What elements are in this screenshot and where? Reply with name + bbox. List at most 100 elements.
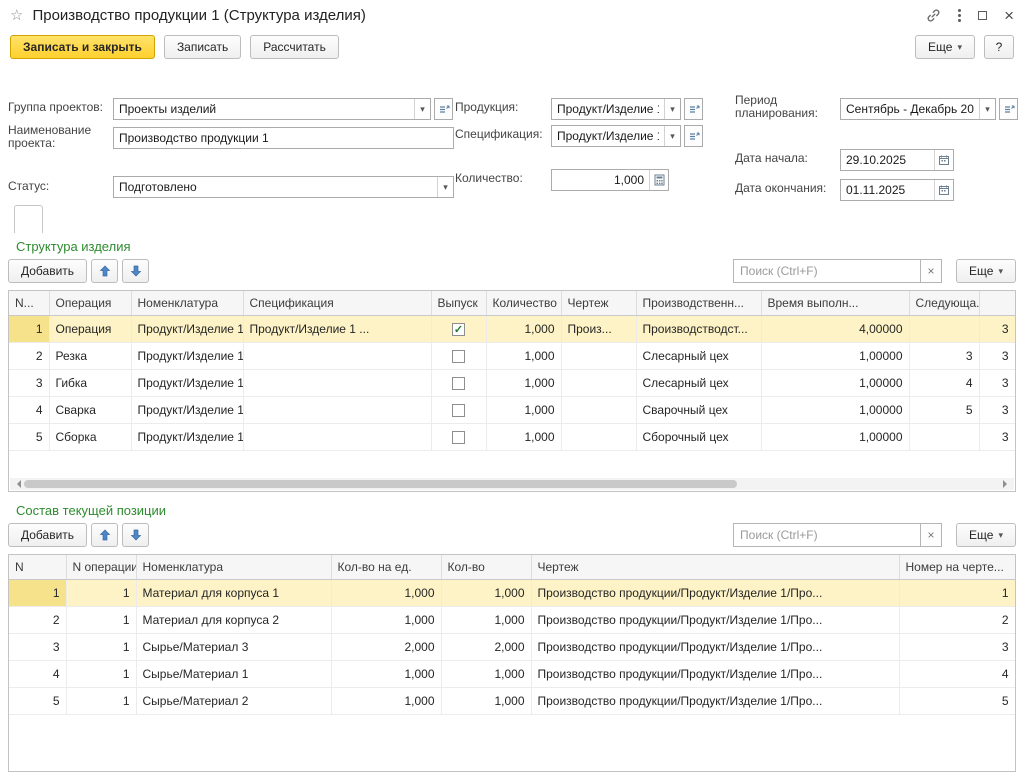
planning-period-choose-button[interactable] <box>999 98 1018 120</box>
cell-drawing[interactable]: Производство продукции/Продукт/Изделие 1… <box>531 579 899 606</box>
composition-table-row[interactable]: 1 1 Материал для корпуса 1 1,000 1,000 П… <box>9 579 1015 606</box>
output-checkbox[interactable] <box>452 404 465 417</box>
cell-n[interactable]: 4 <box>9 660 66 687</box>
product-input[interactable] <box>552 99 664 119</box>
toolbar-more-button[interactable]: Еще▾ <box>915 35 975 59</box>
specification-input[interactable] <box>552 126 664 146</box>
composition-table-row[interactable]: 2 1 Материал для корпуса 2 1,000 1,000 П… <box>9 606 1015 633</box>
scroll-right-icon[interactable] <box>1003 480 1011 488</box>
specification-choose-button[interactable] <box>684 125 703 147</box>
cell-exec-time[interactable]: 1,00000 <box>761 423 909 450</box>
cell-exec-time[interactable]: 1,00000 <box>761 396 909 423</box>
cell-n[interactable]: 5 <box>9 687 66 714</box>
cell-extra[interactable]: 3 <box>979 315 1015 342</box>
cell-nomenclature[interactable]: Продукт/Изделие 1 <box>131 396 243 423</box>
cell-drawing[interactable]: Производство продукции/Продукт/Изделие 1… <box>531 687 899 714</box>
column-header[interactable]: Кол-во на ед. <box>331 555 441 579</box>
cell-drawing[interactable] <box>561 342 636 369</box>
cell-drawing-number[interactable]: 4 <box>899 660 1015 687</box>
column-header[interactable]: Чертеж <box>531 555 899 579</box>
cell-drawing[interactable]: Производство продукции/Продукт/Изделие 1… <box>531 633 899 660</box>
column-header[interactable]: Количество <box>486 291 561 315</box>
column-header[interactable]: Операция <box>49 291 131 315</box>
cell-n[interactable]: 3 <box>9 369 49 396</box>
help-button[interactable]: ? <box>984 35 1014 59</box>
cell-nomenclature[interactable]: Сырье/Материал 1 <box>136 660 331 687</box>
favorite-star-icon[interactable]: ☆ <box>10 6 23 24</box>
column-header[interactable]: Чертеж <box>561 291 636 315</box>
cell-operation-n[interactable]: 1 <box>66 579 136 606</box>
cell-nomenclature[interactable]: Сырье/Материал 2 <box>136 687 331 714</box>
structure-table-row[interactable]: 3 Гибка Продукт/Изделие 1 1,000 Слесарны… <box>9 369 1015 396</box>
start-date-input[interactable] <box>841 150 934 170</box>
close-button[interactable]: × <box>1004 7 1014 24</box>
cell-nomenclature[interactable]: Продукт/Изделие 1 <box>131 369 243 396</box>
quantity-input[interactable] <box>552 170 649 190</box>
cell-drawing[interactable] <box>561 369 636 396</box>
cell-qty[interactable]: 1,000 <box>441 687 531 714</box>
cell-output[interactable] <box>431 396 486 423</box>
cell-nomenclature[interactable]: Сырье/Материал 3 <box>136 633 331 660</box>
cell-nomenclature[interactable]: Продукт/Изделие 1 <box>131 315 243 342</box>
column-header[interactable]: Спецификация <box>243 291 431 315</box>
structure-add-button[interactable]: Добавить <box>8 259 87 283</box>
start-date-calendar-button[interactable] <box>934 150 953 170</box>
form-page-tab[interactable] <box>14 205 43 233</box>
chevron-down-icon[interactable]: ▾ <box>664 99 680 119</box>
cell-n[interactable]: 1 <box>9 315 49 342</box>
cell-next-operation[interactable] <box>909 315 979 342</box>
column-header[interactable]: N <box>9 555 66 579</box>
column-header[interactable] <box>979 291 1015 315</box>
cell-qty[interactable]: 1,000 <box>441 606 531 633</box>
cell-output[interactable] <box>431 342 486 369</box>
project-name-input[interactable] <box>114 128 453 148</box>
product-choose-button[interactable] <box>684 98 703 120</box>
cell-qty-per-unit[interactable]: 2,000 <box>331 633 441 660</box>
cell-operation[interactable]: Сборка <box>49 423 131 450</box>
output-checkbox[interactable] <box>452 431 465 444</box>
project-group-choose-button[interactable] <box>434 98 453 120</box>
save-and-close-button[interactable]: Записать и закрыть <box>10 35 155 59</box>
cell-operation-n[interactable]: 1 <box>66 633 136 660</box>
cell-workshop[interactable]: Слесарный цех <box>636 369 761 396</box>
cell-qty-per-unit[interactable]: 1,000 <box>331 579 441 606</box>
cell-n[interactable]: 2 <box>9 342 49 369</box>
composition-table-row[interactable]: 4 1 Сырье/Материал 1 1,000 1,000 Произво… <box>9 660 1015 687</box>
composition-move-down-button[interactable] <box>122 523 149 547</box>
column-header[interactable]: Номер на черте... <box>899 555 1015 579</box>
column-header[interactable]: Производственн... <box>636 291 761 315</box>
cell-operation[interactable]: Операция <box>49 315 131 342</box>
scrollbar-thumb[interactable] <box>24 480 737 488</box>
end-date-calendar-button[interactable] <box>934 180 953 200</box>
cell-output[interactable] <box>431 315 486 342</box>
cell-qty[interactable]: 2,000 <box>441 633 531 660</box>
cell-exec-time[interactable]: 1,00000 <box>761 342 909 369</box>
chevron-down-icon[interactable]: ▾ <box>414 99 430 119</box>
cell-workshop[interactable]: Сборочный цех <box>636 423 761 450</box>
structure-table-row[interactable]: 5 Сборка Продукт/Изделие 1 1,000 Сборочн… <box>9 423 1015 450</box>
cell-drawing[interactable]: Произ... <box>561 315 636 342</box>
cell-quantity[interactable]: 1,000 <box>486 423 561 450</box>
cell-extra[interactable]: 3 <box>979 342 1015 369</box>
cell-n[interactable]: 3 <box>9 633 66 660</box>
cell-operation[interactable]: Гибка <box>49 369 131 396</box>
restore-window-button[interactable] <box>978 11 987 20</box>
cell-output[interactable] <box>431 369 486 396</box>
cell-quantity[interactable]: 1,000 <box>486 315 561 342</box>
cell-next-operation[interactable]: 3 <box>909 342 979 369</box>
composition-clear-search-button[interactable]: × <box>921 523 942 547</box>
status-input[interactable] <box>114 177 437 197</box>
cell-operation-n[interactable]: 1 <box>66 687 136 714</box>
cell-specification[interactable] <box>243 396 431 423</box>
cell-workshop[interactable]: Производстводст... <box>636 315 761 342</box>
structure-move-up-button[interactable] <box>91 259 118 283</box>
chevron-down-icon[interactable]: ▾ <box>979 99 995 119</box>
cell-nomenclature[interactable]: Продукт/Изделие 1 <box>131 423 243 450</box>
cell-drawing[interactable] <box>561 423 636 450</box>
planning-period-input[interactable] <box>841 99 979 119</box>
cell-qty-per-unit[interactable]: 1,000 <box>331 660 441 687</box>
cell-drawing[interactable]: Производство продукции/Продукт/Изделие 1… <box>531 606 899 633</box>
end-date-input[interactable] <box>841 180 934 200</box>
chevron-down-icon[interactable]: ▾ <box>664 126 680 146</box>
cell-qty-per-unit[interactable]: 1,000 <box>331 687 441 714</box>
